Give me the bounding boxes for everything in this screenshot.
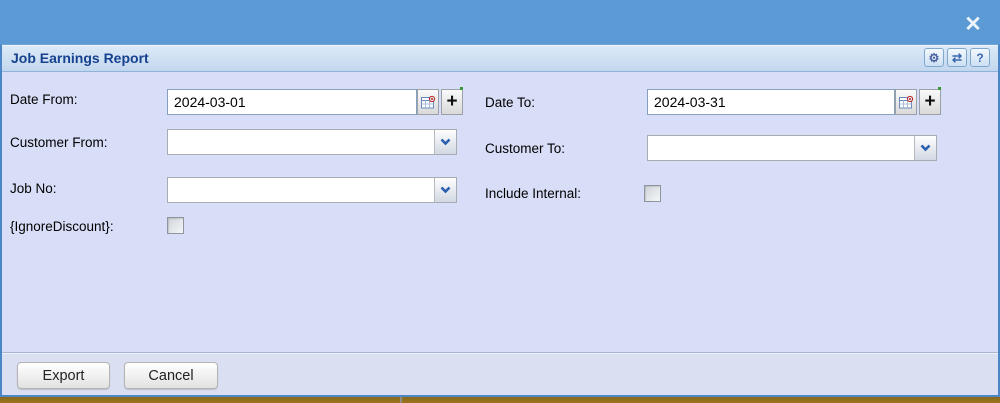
ignore-discount-checkbox[interactable] — [167, 217, 184, 234]
dialog-footer: Export Cancel — [2, 352, 998, 395]
date-from-calendar-icon[interactable] — [417, 89, 439, 115]
customer-from-dropdown-icon[interactable] — [434, 130, 456, 154]
date-from-add-button[interactable]: + — [441, 89, 463, 115]
customer-from-label: Customer From: — [10, 135, 108, 150]
export-button[interactable]: Export — [17, 362, 110, 389]
bottom-strip-divider — [400, 397, 402, 403]
date-from-input[interactable] — [167, 89, 417, 115]
include-internal-checkbox[interactable] — [644, 185, 661, 202]
dialog-body: Date From: + Date To: — [2, 73, 998, 352]
page-background: ✕ Job Earnings Report ⚙ ⇄ ? Date From: 2… — [0, 0, 1000, 403]
job-no-combobox[interactable] — [167, 177, 457, 203]
dialog-titlebar: Job Earnings Report ⚙ ⇄ ? — [2, 45, 998, 72]
ignore-discount-label: {IgnoreDiscount}: — [10, 219, 114, 234]
job-no-input[interactable] — [168, 178, 434, 202]
date-to-calendar-icon[interactable] — [895, 89, 917, 115]
dialog-title: Job Earnings Report — [11, 50, 149, 66]
help-icon[interactable]: ? — [970, 48, 990, 67]
titlebar-tools: ⚙ ⇄ ? — [924, 48, 990, 67]
date-to-add-button[interactable]: + — [919, 89, 941, 115]
job-no-dropdown-icon[interactable] — [434, 178, 456, 202]
green-corner-mark — [460, 87, 463, 90]
customer-to-dropdown-icon[interactable] — [914, 136, 936, 160]
customer-to-combobox[interactable] — [647, 135, 937, 161]
cancel-button[interactable]: Cancel — [124, 362, 218, 389]
date-to-label: Date To: — [485, 95, 536, 110]
green-corner-mark — [938, 87, 941, 90]
page-bottom-strip — [0, 397, 1000, 403]
customer-from-combobox[interactable] — [167, 129, 457, 155]
customer-to-input[interactable] — [648, 136, 914, 160]
date-from-label: Date From: — [10, 92, 78, 107]
include-internal-label: Include Internal: — [485, 186, 582, 201]
customer-to-label: Customer To: — [485, 141, 566, 156]
customer-from-input[interactable] — [168, 130, 434, 154]
job-earnings-report-dialog: Job Earnings Report ⚙ ⇄ ? Date From: 202… — [0, 44, 1000, 397]
date-to-input[interactable] — [647, 89, 895, 115]
settings-icon[interactable]: ⚙ — [924, 48, 944, 67]
refresh-icon[interactable]: ⇄ — [947, 48, 967, 67]
close-icon[interactable]: ✕ — [958, 12, 988, 38]
job-no-label: Job No: — [10, 181, 57, 196]
